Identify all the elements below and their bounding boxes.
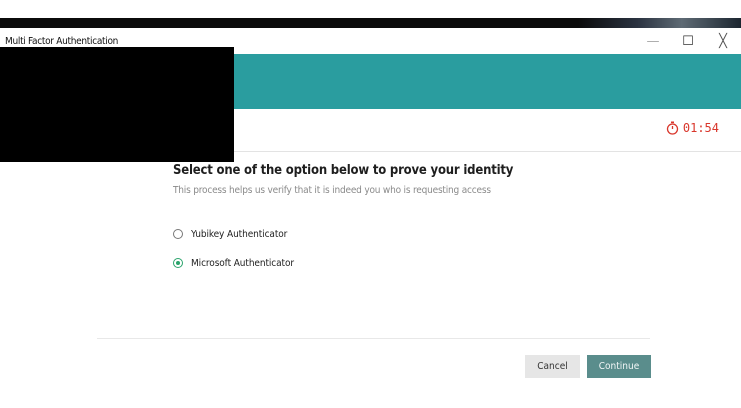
option-label: Yubikey Authenticator (191, 228, 288, 240)
footer-divider (97, 338, 650, 339)
option-microsoft[interactable]: Microsoft Authenticator (173, 255, 623, 271)
maximize-button[interactable]: ☐ (673, 32, 703, 50)
cancel-button[interactable]: Cancel (525, 355, 580, 378)
timer-value: 01:54 (682, 121, 719, 135)
option-label: Microsoft Authenticator (191, 257, 294, 269)
page-subtitle: This process helps us verify that it is … (173, 185, 491, 196)
option-yubikey[interactable]: Yubikey Authenticator (173, 226, 623, 242)
minimize-button[interactable]: — (638, 32, 668, 50)
identity-options-panel: Select one of the option below to prove … (173, 163, 623, 284)
stopwatch-icon (666, 121, 679, 135)
microsoft-radio[interactable] (173, 258, 183, 268)
desktop-background (0, 0, 741, 28)
yubikey-radio[interactable] (173, 229, 183, 239)
close-button[interactable]: ╳ (708, 32, 738, 50)
continue-button[interactable]: Continue (587, 355, 651, 378)
redacted-region (0, 47, 234, 162)
session-timer: 01:54 (666, 121, 719, 135)
mfa-window: Multi Factor Authentication — ☐ ╳ 01:54 … (0, 28, 741, 408)
page-title: Select one of the option below to prove … (173, 163, 514, 178)
auth-method-options: Yubikey Authenticator Microsoft Authenti… (173, 226, 623, 271)
desktop-wallpaper-strip (0, 18, 741, 28)
window-title: Multi Factor Authentication (5, 36, 119, 47)
